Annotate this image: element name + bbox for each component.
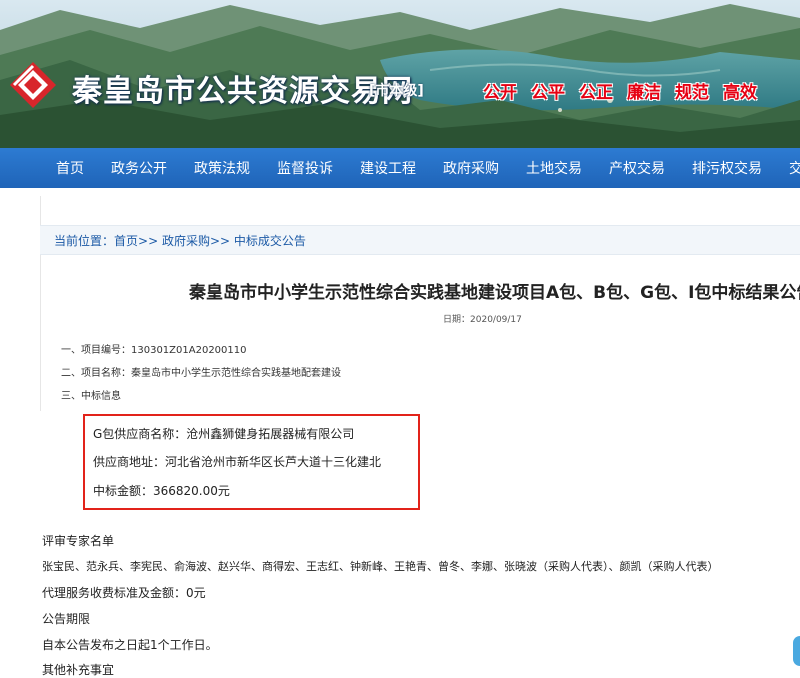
main-nav: 首页 政务公开 政策法规 监督投诉 建设工程 政府采购 土地交易 产权交易 排污…	[0, 148, 800, 188]
period-heading: 公告期限	[42, 612, 91, 626]
other-heading: 其他补充事宜	[42, 663, 115, 677]
project-number: 一、项目编号：130301Z01A20200110	[61, 345, 247, 356]
site-subtitle: [市本级]	[369, 83, 424, 99]
site-title[interactable]: 秦皇岛市公共资源交易网	[72, 66, 413, 110]
project-name: 二、项目名称：秦皇岛市中小学生示范性综合实践基地配套建设	[61, 368, 341, 379]
experts-list: 张宝民、范永兵、李宪民、俞海波、赵兴华、商得宏、王志红、钟新峰、王艳青、曾冬、李…	[42, 560, 719, 573]
slogan-item: 公正	[579, 83, 613, 103]
site-logo-icon[interactable]	[8, 60, 58, 110]
floating-side-tab[interactable]	[793, 636, 800, 666]
site-banner: 秦皇岛市公共资源交易网 [市本级] 公开 公平 公正 廉洁 规范 高效	[0, 0, 800, 148]
bid-amount: 中标金额：366820.00元	[93, 484, 230, 498]
breadcrumb-award-link[interactable]: 中标成交公告	[234, 234, 306, 248]
date-value: 2020/09/17	[470, 315, 522, 325]
article-date: 日期：2020/09/17	[443, 312, 522, 325]
period-text: 自本公告发布之日起1个工作日。	[42, 638, 218, 652]
date-label: 日期：	[443, 315, 471, 325]
slogan-item: 规范	[675, 83, 709, 103]
nav-item-government-affairs[interactable]: 政务公开	[111, 158, 167, 178]
breadcrumb-separator: >>	[209, 234, 231, 248]
slogan-item: 高效	[723, 83, 757, 103]
nav-item-trading[interactable]: 交易	[789, 158, 800, 178]
agency-fee: 代理服务收费标准及金额：0元	[42, 586, 206, 600]
supplier-address: 供应商地址：河北省沧州市新华区长芦大道十三化建北	[93, 455, 382, 469]
nav-item-procurement[interactable]: 政府采购	[443, 158, 499, 178]
nav-item-emissions[interactable]: 排污权交易	[692, 158, 762, 178]
breadcrumb-prefix: 当前位置：	[54, 234, 115, 248]
nav-item-supervision[interactable]: 监督投诉	[277, 158, 333, 178]
experts-heading: 评审专家名单	[42, 534, 115, 548]
nav-item-construction[interactable]: 建设工程	[360, 158, 416, 178]
nav-item-property[interactable]: 产权交易	[609, 158, 665, 178]
nav-item-land[interactable]: 土地交易	[526, 158, 582, 178]
slogan-item: 公开	[483, 83, 517, 103]
slogan-item: 公平	[531, 83, 565, 103]
supplier-name: G包供应商名称：沧州鑫狮健身拓展器械有限公司	[93, 427, 355, 441]
breadcrumb-home-link[interactable]: 首页	[114, 234, 138, 248]
breadcrumb: 当前位置：首页>> 政府采购>> 中标成交公告	[40, 225, 800, 255]
article-title: 秦皇岛市中小学生示范性综合实践基地建设项目A包、B包、G包、I包中标结果公告	[189, 283, 800, 303]
award-info-heading: 三、中标信息	[61, 391, 121, 402]
slogan-group: 公开 公平 公正 廉洁 规范 高效	[483, 78, 757, 103]
slogan-item: 廉洁	[627, 83, 661, 103]
nav-item-policies[interactable]: 政策法规	[194, 158, 250, 178]
nav-item-home[interactable]: 首页	[56, 158, 84, 178]
breadcrumb-procurement-link[interactable]: 政府采购	[162, 234, 210, 248]
breadcrumb-separator: >>	[138, 234, 159, 248]
